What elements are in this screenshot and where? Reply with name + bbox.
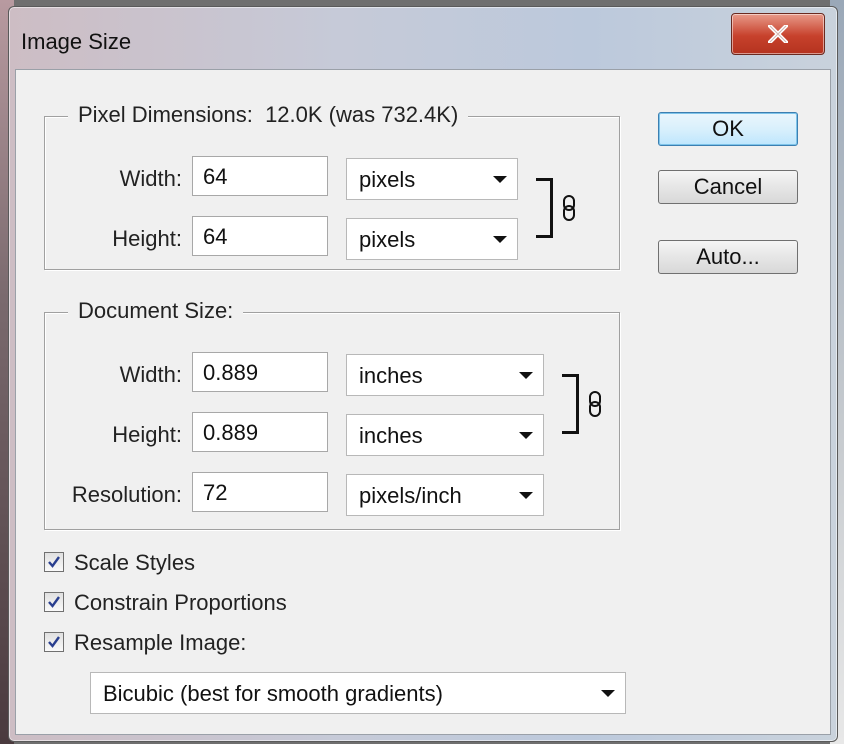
chain-link-icon [589, 391, 601, 417]
chevron-down-icon [493, 236, 507, 243]
dialog-client-area: Pixel Dimensions: 12.0K (was 732.4K) Wid… [15, 69, 831, 735]
image-size-dialog: Image Size Pixel Dimensions: 12.0K (was … [8, 6, 838, 742]
document-size-legend: Document Size: [68, 298, 244, 324]
resolution-unit-value: pixels/inch [359, 483, 462, 508]
resample-method-value: Bicubic (best for smooth gradients) [103, 681, 443, 706]
doc-link-bracket [562, 374, 579, 434]
window-title: Image Size [21, 29, 132, 54]
chevron-down-icon [519, 492, 533, 499]
pixel-dimensions-legend: Pixel Dimensions: 12.0K (was 732.4K) [68, 102, 469, 128]
pixel-width-label: Width: [119, 166, 182, 191]
resolution-unit-select[interactable]: pixels/inch [346, 474, 544, 516]
doc-width-label: Width: [119, 362, 182, 387]
chevron-down-icon [493, 176, 507, 183]
doc-height-input[interactable]: 0.889 [192, 412, 328, 452]
ok-button[interactable]: OK [658, 112, 798, 146]
doc-width-unit-select[interactable]: inches [346, 354, 544, 396]
pixel-width-input[interactable]: 64 [192, 156, 328, 196]
checkmark-icon [48, 636, 60, 648]
pixel-height-unit-select[interactable]: pixels [346, 218, 518, 260]
cancel-button[interactable]: Cancel [658, 170, 798, 204]
auto-button[interactable]: Auto... [658, 240, 798, 274]
pixel-width-unit-select[interactable]: pixels [346, 158, 518, 200]
resolution-input[interactable]: 72 [192, 472, 328, 512]
resample-method-select[interactable]: Bicubic (best for smooth gradients) [90, 672, 626, 714]
resample-image-checkbox[interactable] [44, 632, 64, 652]
resample-image-label: Resample Image: [74, 630, 247, 655]
chevron-down-icon [519, 432, 533, 439]
close-icon [768, 25, 788, 43]
resolution-label: Resolution: [71, 482, 182, 507]
pixel-width-unit-value: pixels [359, 167, 416, 192]
chevron-down-icon [601, 690, 615, 697]
pixel-height-input[interactable]: 64 [192, 216, 328, 256]
doc-width-unit-value: inches [359, 363, 423, 388]
scale-styles-checkbox[interactable] [44, 552, 64, 572]
scale-styles-label: Scale Styles [74, 550, 196, 575]
pixel-link-bracket [536, 178, 553, 238]
chain-link-icon [563, 195, 575, 221]
chevron-down-icon [519, 372, 533, 379]
close-button[interactable] [731, 13, 825, 55]
doc-height-unit-select[interactable]: inches [346, 414, 544, 456]
constrain-proportions-checkbox[interactable] [44, 592, 64, 612]
doc-height-label: Height: [112, 422, 182, 447]
checkmark-icon [48, 556, 60, 568]
doc-height-unit-value: inches [359, 423, 423, 448]
checkmark-icon [48, 596, 60, 608]
constrain-proportions-label: Constrain Proportions [74, 590, 287, 615]
pixel-height-label: Height: [112, 226, 182, 251]
doc-width-input[interactable]: 0.889 [192, 352, 328, 392]
pixel-height-unit-value: pixels [359, 227, 416, 252]
